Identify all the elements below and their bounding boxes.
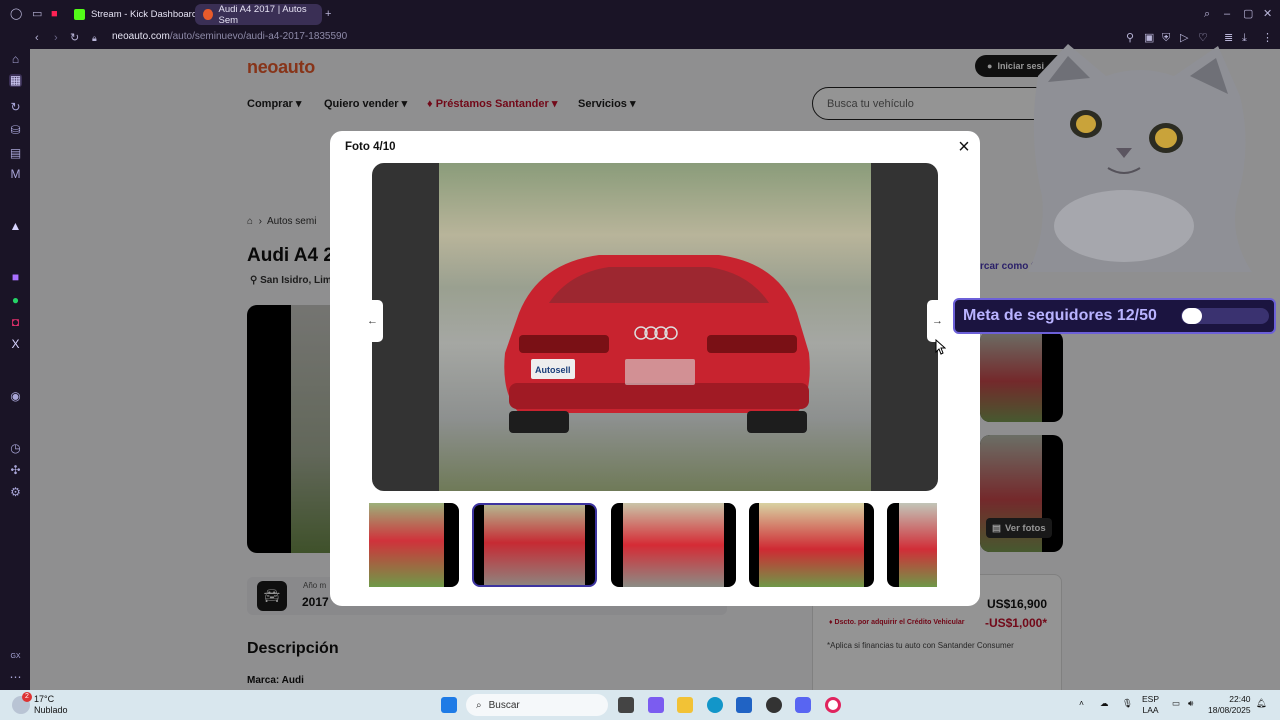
network-icon[interactable]: ▭ bbox=[1172, 698, 1180, 709]
edge-icon[interactable] bbox=[707, 697, 723, 713]
watermark-text: Autosell bbox=[535, 365, 571, 375]
forward-icon[interactable]: › bbox=[54, 32, 58, 44]
instagram-icon[interactable]: ◘ bbox=[9, 316, 22, 329]
file-explorer-icon[interactable] bbox=[677, 697, 693, 713]
thumbnail-image bbox=[759, 503, 864, 587]
thumbnail[interactable] bbox=[887, 503, 937, 587]
pinned-tab-icon[interactable]: ■ bbox=[51, 8, 58, 20]
copilot-icon[interactable] bbox=[648, 697, 664, 713]
windows-taskbar: 2 17°C Nublado ⌕ Buscar ˄ ☁ 🎙︎ ESP LAA ▭… bbox=[0, 690, 1280, 720]
thumbnail-image bbox=[369, 503, 444, 587]
browser-tab-bar: ◯ ▭ ■ Stream - Kick Dashboard Audi A4 20… bbox=[0, 0, 1280, 28]
neoauto-favicon-icon bbox=[203, 9, 213, 20]
thumbnail-image bbox=[623, 503, 724, 587]
thumbnail-strip bbox=[369, 503, 937, 587]
player-icon[interactable]: ◉ bbox=[9, 390, 22, 403]
photo-counter: Foto 4/10 bbox=[345, 141, 396, 153]
home-icon[interactable]: ⌂ bbox=[9, 53, 22, 66]
lang-top: ESP bbox=[1142, 694, 1160, 704]
obs-icon[interactable] bbox=[766, 697, 782, 713]
whatsapp-icon[interactable]: ● bbox=[9, 294, 22, 307]
search-tabs-icon[interactable]: ⌕ bbox=[1204, 8, 1210, 20]
follower-goal-text: Meta de seguidores 12/50 bbox=[963, 307, 1157, 324]
refresh-icon[interactable]: ↻ bbox=[9, 101, 22, 114]
store-icon[interactable] bbox=[736, 697, 752, 713]
arrow-icon[interactable]: ▲ bbox=[9, 220, 22, 233]
menu-icon[interactable]: ⋮ bbox=[1262, 32, 1273, 44]
windows-start-icon[interactable] bbox=[441, 697, 457, 713]
task-view-icon[interactable] bbox=[618, 697, 634, 713]
follower-goal-progress-fill bbox=[1182, 308, 1203, 324]
gx-icon[interactable]: GX bbox=[9, 650, 22, 663]
url-path: /auto/seminuevo/audi-a4-2017-1835590 bbox=[169, 31, 348, 42]
extensions-icon[interactable]: ✣ bbox=[9, 464, 22, 477]
tray-overflow-icon[interactable]: ˄ bbox=[1079, 698, 1084, 709]
kick-favicon-icon bbox=[74, 9, 85, 20]
taskbar-search-label: Buscar bbox=[488, 699, 520, 711]
close-icon: × bbox=[958, 136, 970, 158]
lang-bottom: LAA bbox=[1142, 705, 1159, 715]
thumbnail[interactable] bbox=[369, 503, 459, 587]
taskbar-search[interactable]: ⌕ Buscar bbox=[466, 694, 608, 716]
thumbnail-image bbox=[484, 505, 585, 585]
m-icon[interactable]: M bbox=[9, 168, 22, 181]
x-icon[interactable]: X bbox=[9, 338, 22, 351]
history-icon[interactable]: ◷ bbox=[9, 442, 22, 455]
lock-icon: 🔒︎ bbox=[92, 33, 97, 43]
photo-modal: Foto 4/10 × Autosell ← → bbox=[330, 131, 980, 606]
mouse-cursor-icon bbox=[935, 339, 946, 355]
weather-temp: 17°C bbox=[34, 694, 55, 704]
search-icon: ⌕ bbox=[476, 699, 482, 711]
prev-photo-button[interactable]: ← bbox=[362, 300, 383, 342]
workspaces-icon[interactable]: ▭ bbox=[32, 8, 42, 20]
url-text[interactable]: neoauto.com/auto/seminuevo/audi-a4-2017-… bbox=[112, 31, 347, 42]
maximize-icon[interactable]: ▢ bbox=[1243, 8, 1253, 20]
notification-badge: 2 bbox=[22, 692, 32, 702]
follower-goal-progress bbox=[1181, 308, 1269, 324]
language-indicator[interactable]: ESP LAA bbox=[1142, 694, 1159, 716]
weather-desc: Nublado bbox=[34, 705, 68, 715]
follower-goal-widget: Meta de seguidores 12/50 bbox=[953, 298, 1276, 334]
gaming-icon[interactable]: ▦ bbox=[9, 74, 22, 87]
minimize-icon[interactable]: – bbox=[1224, 8, 1230, 20]
cat-sticker-overlay bbox=[1028, 44, 1252, 272]
more-icon[interactable]: ⋯ bbox=[9, 671, 22, 684]
current-photo: Autosell bbox=[439, 163, 871, 491]
thumbnail[interactable] bbox=[749, 503, 874, 587]
browser-sidebar: ⌂ ▦ ↻ ⛁ ▤ M ▲ ■ ● ◘ X ◉ ◷ ✣ ⚙ GX ⋯ bbox=[0, 28, 30, 690]
tab-label: Stream - Kick Dashboard bbox=[91, 9, 198, 20]
back-icon[interactable]: ‹ bbox=[35, 32, 39, 44]
tab-label: Audi A4 2017 | Autos Sem bbox=[218, 4, 307, 25]
settings-icon[interactable]: ⚙ bbox=[9, 486, 22, 499]
discord-icon[interactable] bbox=[795, 697, 811, 713]
close-modal-button[interactable]: × bbox=[954, 137, 974, 157]
opera-gx-logo-icon[interactable]: ◯ bbox=[10, 8, 22, 20]
notifications-icon[interactable]: 🔔︎ bbox=[1256, 698, 1267, 709]
window-icon[interactable]: ▤ bbox=[9, 147, 22, 160]
arrow-left-icon: ← bbox=[367, 315, 378, 327]
clock-time: 22:40 bbox=[1229, 694, 1251, 704]
new-tab-icon[interactable]: + bbox=[325, 8, 331, 20]
reload-icon[interactable]: ↻ bbox=[70, 32, 79, 44]
clock-date: 18/08/2025 bbox=[1208, 705, 1251, 715]
twitch-icon[interactable]: ■ bbox=[9, 271, 22, 284]
thumbnail[interactable] bbox=[611, 503, 736, 587]
url-host: neoauto.com bbox=[112, 31, 170, 42]
tab-audi-listing[interactable]: Audi A4 2017 | Autos Sem bbox=[195, 4, 322, 25]
tab-kick-dashboard[interactable]: Stream - Kick Dashboard bbox=[66, 4, 205, 25]
arrow-right-icon: → bbox=[932, 315, 943, 327]
next-photo-button[interactable]: → bbox=[927, 300, 948, 342]
clock[interactable]: 22:40 18/08/2025 bbox=[1208, 694, 1251, 716]
onedrive-icon[interactable]: ☁ bbox=[1100, 698, 1109, 709]
thumbnail-image bbox=[899, 503, 937, 587]
bag-icon[interactable]: ⛁ bbox=[9, 124, 22, 137]
close-window-icon[interactable]: ✕ bbox=[1263, 8, 1272, 20]
photo-viewer: Autosell bbox=[372, 163, 938, 491]
thumbnail-selected[interactable] bbox=[472, 503, 597, 587]
volume-icon[interactable]: 🔊︎ bbox=[1188, 698, 1193, 709]
red-sedan-rear-graphic: Autosell bbox=[504, 255, 810, 433]
opera-gx-taskbar-icon[interactable] bbox=[825, 697, 841, 713]
microphone-icon[interactable]: 🎙︎ bbox=[1122, 698, 1133, 709]
